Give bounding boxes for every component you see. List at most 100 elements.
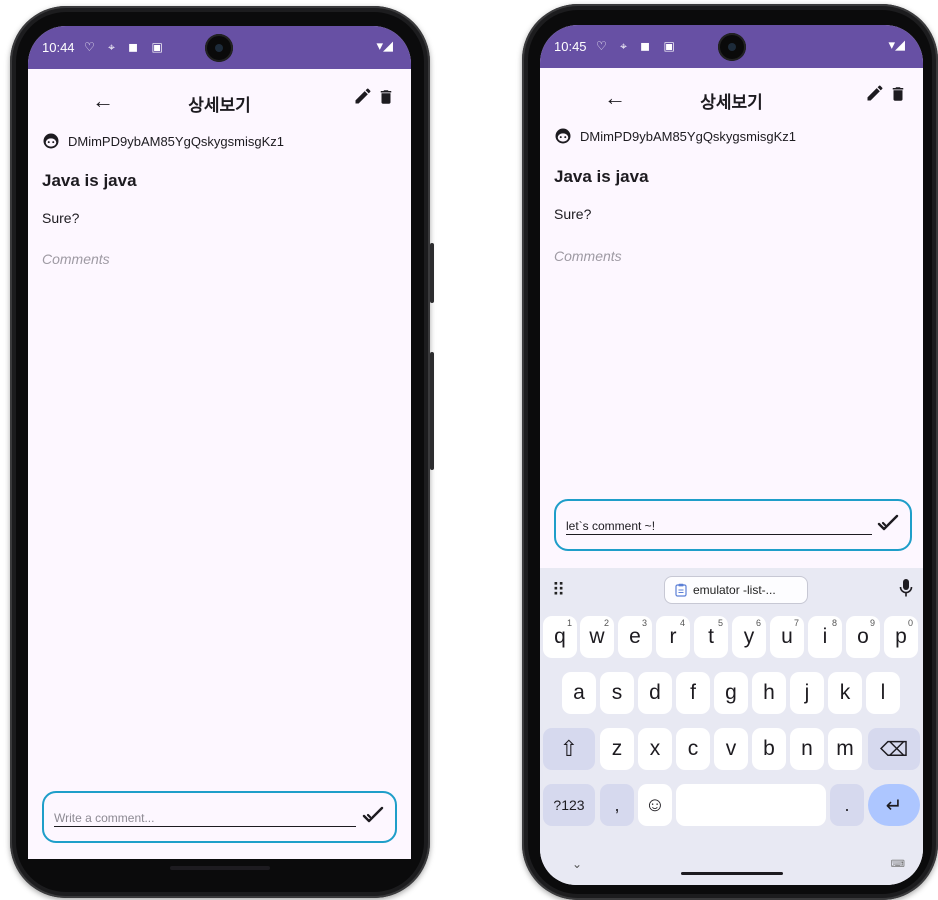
- clipboard-suggestion-chip[interactable]: emulator -list-...: [664, 576, 808, 604]
- submit-check-icon[interactable]: [876, 511, 900, 535]
- key-label: q: [554, 625, 566, 648]
- key-label: r: [669, 625, 677, 648]
- comments-label: Comments: [42, 251, 110, 267]
- submit-check-icon[interactable]: [361, 803, 385, 827]
- post-content: Sure?: [554, 206, 592, 222]
- key-j[interactable]: j: [790, 672, 824, 714]
- key-hint: 4: [679, 618, 685, 628]
- camera-cutout: [718, 33, 746, 61]
- apps-grid-icon[interactable]: ⠿: [552, 580, 565, 601]
- camera-cutout: [205, 34, 233, 62]
- key-label: w: [589, 625, 605, 648]
- author-id: DMimPD9ybAM85YgQskygsmisgKz1: [580, 128, 797, 144]
- comment-input-underline: [54, 826, 356, 827]
- key-i[interactable]: i8: [808, 616, 842, 658]
- avatar-face-icon: [43, 133, 59, 149]
- clipboard-text: emulator -list-...: [693, 583, 776, 597]
- emoji-key[interactable]: ☺: [638, 784, 672, 826]
- comment-input-underline: [566, 534, 872, 535]
- key-k[interactable]: k: [828, 672, 862, 714]
- key-label: y: [743, 625, 755, 648]
- key-u[interactable]: u7: [770, 616, 804, 658]
- key-hint: 6: [755, 618, 761, 628]
- enter-key[interactable]: ↵: [868, 784, 920, 826]
- shift-key[interactable]: ⇧: [543, 728, 595, 770]
- comment-input-box[interactable]: Write a comment...: [42, 791, 397, 843]
- key-f[interactable]: f: [676, 672, 710, 714]
- app-bar: ← 상세보기: [540, 71, 923, 127]
- key-m[interactable]: m: [828, 728, 862, 770]
- left-home-indicator[interactable]: [170, 866, 270, 870]
- left-screen: 10:44 ♡ ⌖ ◼ ▣ ▾◢ ← 상세보기 DMimPD9ybAM85YgQ…: [28, 26, 411, 859]
- key-hint: 2: [603, 618, 609, 628]
- microphone-icon[interactable]: [899, 578, 913, 598]
- key-v[interactable]: v: [714, 728, 748, 770]
- left-phone-power-button: [430, 243, 434, 303]
- key-label: e: [629, 625, 641, 648]
- key-label: u: [781, 625, 793, 648]
- comment-input-placeholder[interactable]: Write a comment...: [54, 811, 154, 825]
- post-title: Java is java: [42, 171, 137, 190]
- status-notification-icons: ♡ ⌖ ◼ ▣: [84, 40, 168, 54]
- comma-key[interactable]: ,: [600, 784, 634, 826]
- key-e[interactable]: e3: [618, 616, 652, 658]
- wifi-signal-icon: ▾◢: [888, 37, 905, 52]
- edit-pencil-icon[interactable]: [353, 86, 373, 106]
- right-screen: 10:45 ♡ ⌖ ◼ ▣ ▾◢ ← 상세보기 DMimPD9ybAM85YgQ…: [540, 25, 923, 885]
- soft-keyboard: ⠿ emulator -list-... q1 w2 e3 r4 t5 y6 u…: [540, 568, 923, 885]
- key-label: o: [857, 625, 869, 648]
- right-status-bar: 10:45 ♡ ⌖ ◼ ▣ ▾◢: [540, 25, 923, 68]
- key-x[interactable]: x: [638, 728, 672, 770]
- app-bar: ← 상세보기: [28, 74, 411, 130]
- stage: 10:44 ♡ ⌖ ◼ ▣ ▾◢ ← 상세보기 DMimPD9ybAM85YgQ…: [0, 0, 938, 900]
- key-q[interactable]: q1: [543, 616, 577, 658]
- key-b[interactable]: b: [752, 728, 786, 770]
- post-author: DMimPD9ybAM85YgQskygsmisgKz1: [554, 127, 796, 145]
- key-o[interactable]: o9: [846, 616, 880, 658]
- comments-label: Comments: [554, 248, 622, 264]
- delete-trash-icon[interactable]: [889, 84, 907, 104]
- key-n[interactable]: n: [790, 728, 824, 770]
- left-phone-volume-button: [430, 352, 434, 470]
- key-hint: 3: [641, 618, 647, 628]
- key-h[interactable]: h: [752, 672, 786, 714]
- clipboard-icon: [675, 583, 687, 597]
- key-d[interactable]: d: [638, 672, 672, 714]
- backspace-key[interactable]: ⌫: [868, 728, 920, 770]
- keyboard-switch-icon[interactable]: ⌨: [891, 859, 905, 870]
- key-hint: 8: [831, 618, 837, 628]
- key-p[interactable]: p0: [884, 616, 918, 658]
- key-hint: 9: [869, 618, 875, 628]
- delete-trash-icon[interactable]: [377, 87, 395, 107]
- key-hint: 1: [566, 618, 572, 628]
- key-label: p: [895, 625, 907, 648]
- period-key[interactable]: .: [830, 784, 864, 826]
- key-hint: 7: [793, 618, 799, 628]
- key-z[interactable]: z: [600, 728, 634, 770]
- chevron-down-icon[interactable]: ⌄: [572, 857, 582, 871]
- right-home-indicator[interactable]: [681, 872, 783, 875]
- keyboard-nav-bar: ⌄ ⌨: [540, 851, 923, 885]
- keyboard-toolbar: ⠿ emulator -list-...: [540, 568, 923, 608]
- key-y[interactable]: y6: [732, 616, 766, 658]
- author-id: DMimPD9ybAM85YgQskygsmisgKz1: [68, 133, 285, 149]
- key-s[interactable]: s: [600, 672, 634, 714]
- key-a[interactable]: a: [562, 672, 596, 714]
- key-label: i: [822, 625, 828, 648]
- comment-input-value[interactable]: let`s comment ~!: [566, 519, 655, 533]
- status-time: 10:45: [554, 39, 587, 54]
- key-r[interactable]: r4: [656, 616, 690, 658]
- left-status-bar: 10:44 ♡ ⌖ ◼ ▣ ▾◢: [28, 26, 411, 69]
- key-l[interactable]: l: [866, 672, 900, 714]
- key-hint: 5: [717, 618, 723, 628]
- comment-input-box[interactable]: let`s comment ~!: [554, 499, 912, 551]
- key-g[interactable]: g: [714, 672, 748, 714]
- status-time: 10:44: [42, 40, 75, 55]
- edit-pencil-icon[interactable]: [865, 83, 885, 103]
- key-label: t: [708, 625, 714, 648]
- key-c[interactable]: c: [676, 728, 710, 770]
- symbols-key[interactable]: ?123: [543, 784, 595, 826]
- key-t[interactable]: t5: [694, 616, 728, 658]
- spacebar[interactable]: [676, 784, 826, 826]
- key-w[interactable]: w2: [580, 616, 614, 658]
